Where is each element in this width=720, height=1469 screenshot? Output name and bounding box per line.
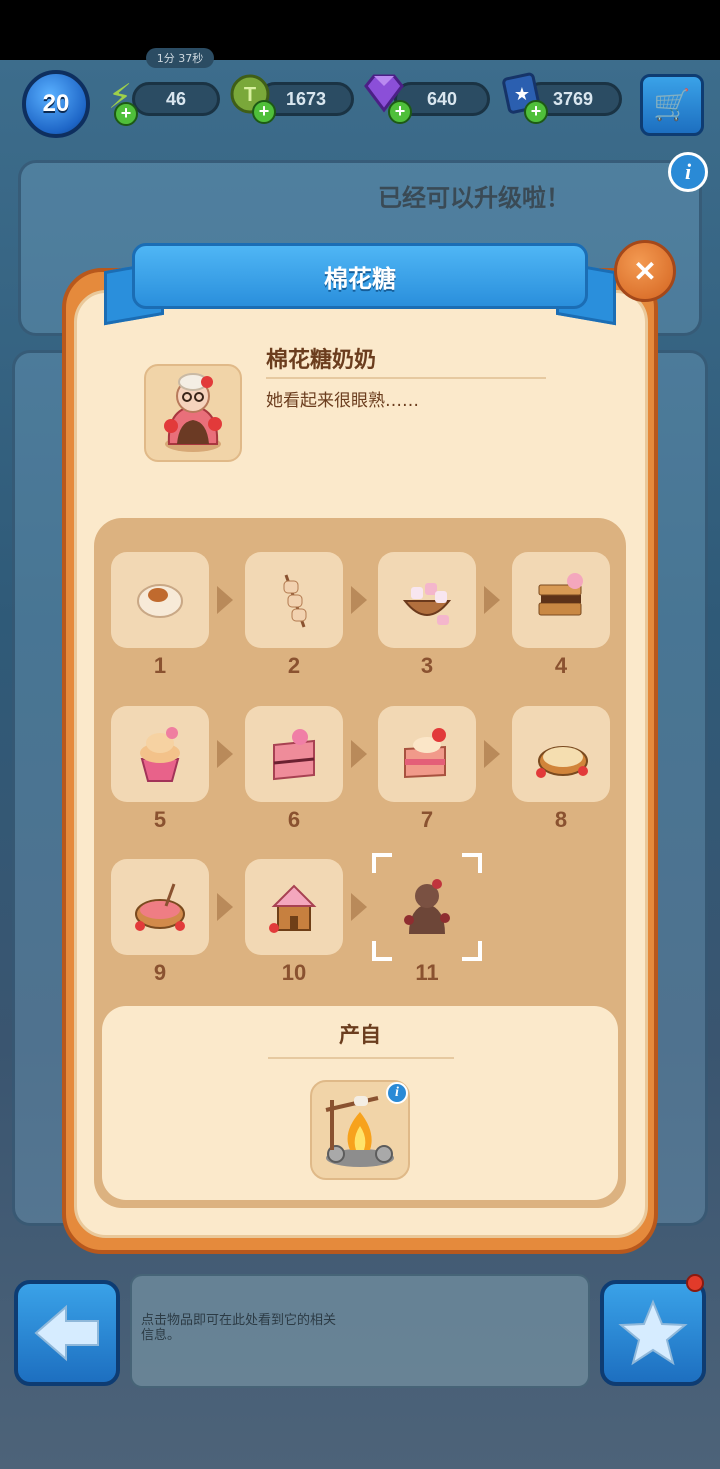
chain-level-label: 10	[281, 960, 307, 985]
chain-level-label: 7	[420, 807, 434, 832]
selection-bracket	[372, 941, 392, 961]
marshmallow-grandma-icon	[164, 373, 222, 452]
chain-item-2[interactable]	[245, 552, 343, 648]
chain-item-6[interactable]	[245, 706, 343, 802]
info-button[interactable]: i	[668, 152, 708, 192]
chain-arrow-icon	[351, 586, 367, 614]
marshmallow-skewer-icon	[283, 574, 307, 628]
energy-timer: 1分 37秒	[146, 48, 214, 68]
chain-item-9[interactable]	[111, 859, 209, 955]
source-title: 产自	[339, 1023, 381, 1047]
chain-item-5[interactable]	[111, 706, 209, 802]
chain-level-label: 11	[415, 960, 439, 985]
chain-level-label: 3	[420, 653, 434, 678]
chain-level-label: 6	[287, 807, 301, 832]
selected-item-card[interactable]	[144, 364, 242, 462]
chain-item-1[interactable]	[111, 552, 209, 648]
strawberry-pie-icon	[135, 883, 185, 931]
divider	[268, 1057, 454, 1059]
chain-arrow-icon	[217, 740, 233, 768]
favorites-button[interactable]	[600, 1280, 706, 1386]
add-cards-button[interactable]: +	[524, 100, 548, 124]
level-badge[interactable]: 20	[22, 70, 90, 138]
item-hint-text: 点击物品即可在此处看到它的相关信息。	[141, 1313, 337, 1343]
notification-dot	[686, 1274, 704, 1292]
marshmallow-bowl-icon	[402, 583, 452, 625]
chain-level-label: 4	[554, 653, 568, 678]
layer-cake-slice-icon	[273, 729, 315, 781]
chain-arrow-icon	[484, 740, 500, 768]
status-bar	[0, 0, 720, 60]
chain-arrow-icon	[217, 893, 233, 921]
chain-level-label: 9	[153, 960, 167, 985]
selection-bracket	[372, 853, 392, 873]
add-gems-button[interactable]: +	[388, 100, 412, 124]
upgrade-hint: 已经可以升级啦！	[378, 184, 570, 212]
gingerbread-house-icon	[269, 884, 317, 933]
chain-arrow-icon	[217, 586, 233, 614]
marshmallow-grandma-silhouette-icon	[404, 879, 450, 934]
cart-icon: 🛒	[653, 87, 691, 123]
selection-bracket	[462, 853, 482, 873]
chain-item-3[interactable]	[378, 552, 476, 648]
close-button[interactable]: ✕	[614, 240, 676, 302]
toasted-marshmallow-icon	[137, 584, 183, 618]
chain-level-label: 8	[554, 807, 568, 832]
smores-stack-icon	[538, 573, 583, 616]
arrow-left-icon	[34, 1304, 99, 1362]
back-button[interactable]	[14, 1280, 120, 1386]
chain-level-label: 1	[153, 653, 167, 678]
add-energy-button[interactable]: +	[114, 102, 138, 126]
cupcake-icon	[140, 727, 180, 782]
chain-arrow-icon	[484, 586, 500, 614]
chain-level-label: 2	[287, 653, 301, 678]
shop-cart-button[interactable]: 🛒	[640, 74, 704, 136]
strawberry-cake-slice-icon	[404, 728, 446, 779]
chain-arrow-icon	[351, 893, 367, 921]
close-icon: ✕	[633, 255, 657, 287]
svg-text:T: T	[244, 84, 256, 106]
add-coins-button[interactable]: +	[252, 100, 276, 124]
chain-item-7[interactable]	[378, 706, 476, 802]
meringue-pie-icon	[536, 746, 588, 778]
chain-arrow-icon	[351, 740, 367, 768]
modal-title: 棉花糖	[132, 243, 588, 309]
source-info-button[interactable]: i	[386, 1082, 408, 1104]
chain-level-label: 5	[153, 807, 167, 832]
top-hud: 20 46 ⚡ + 1673 T + 640 + 3769 ★ +	[0, 64, 720, 144]
campfire-roaster-icon	[325, 1096, 394, 1167]
selection-bracket	[462, 941, 482, 961]
chain-item-10[interactable]	[245, 859, 343, 955]
energy-counter[interactable]: 46	[132, 82, 220, 116]
star-icon	[618, 1299, 688, 1366]
chain-item-8[interactable]	[512, 706, 610, 802]
divider	[266, 377, 546, 379]
item-description: 她看起来很眼熟……	[266, 391, 419, 411]
item-name: 棉花糖奶奶	[266, 348, 377, 373]
chain-item-4[interactable]	[512, 552, 610, 648]
